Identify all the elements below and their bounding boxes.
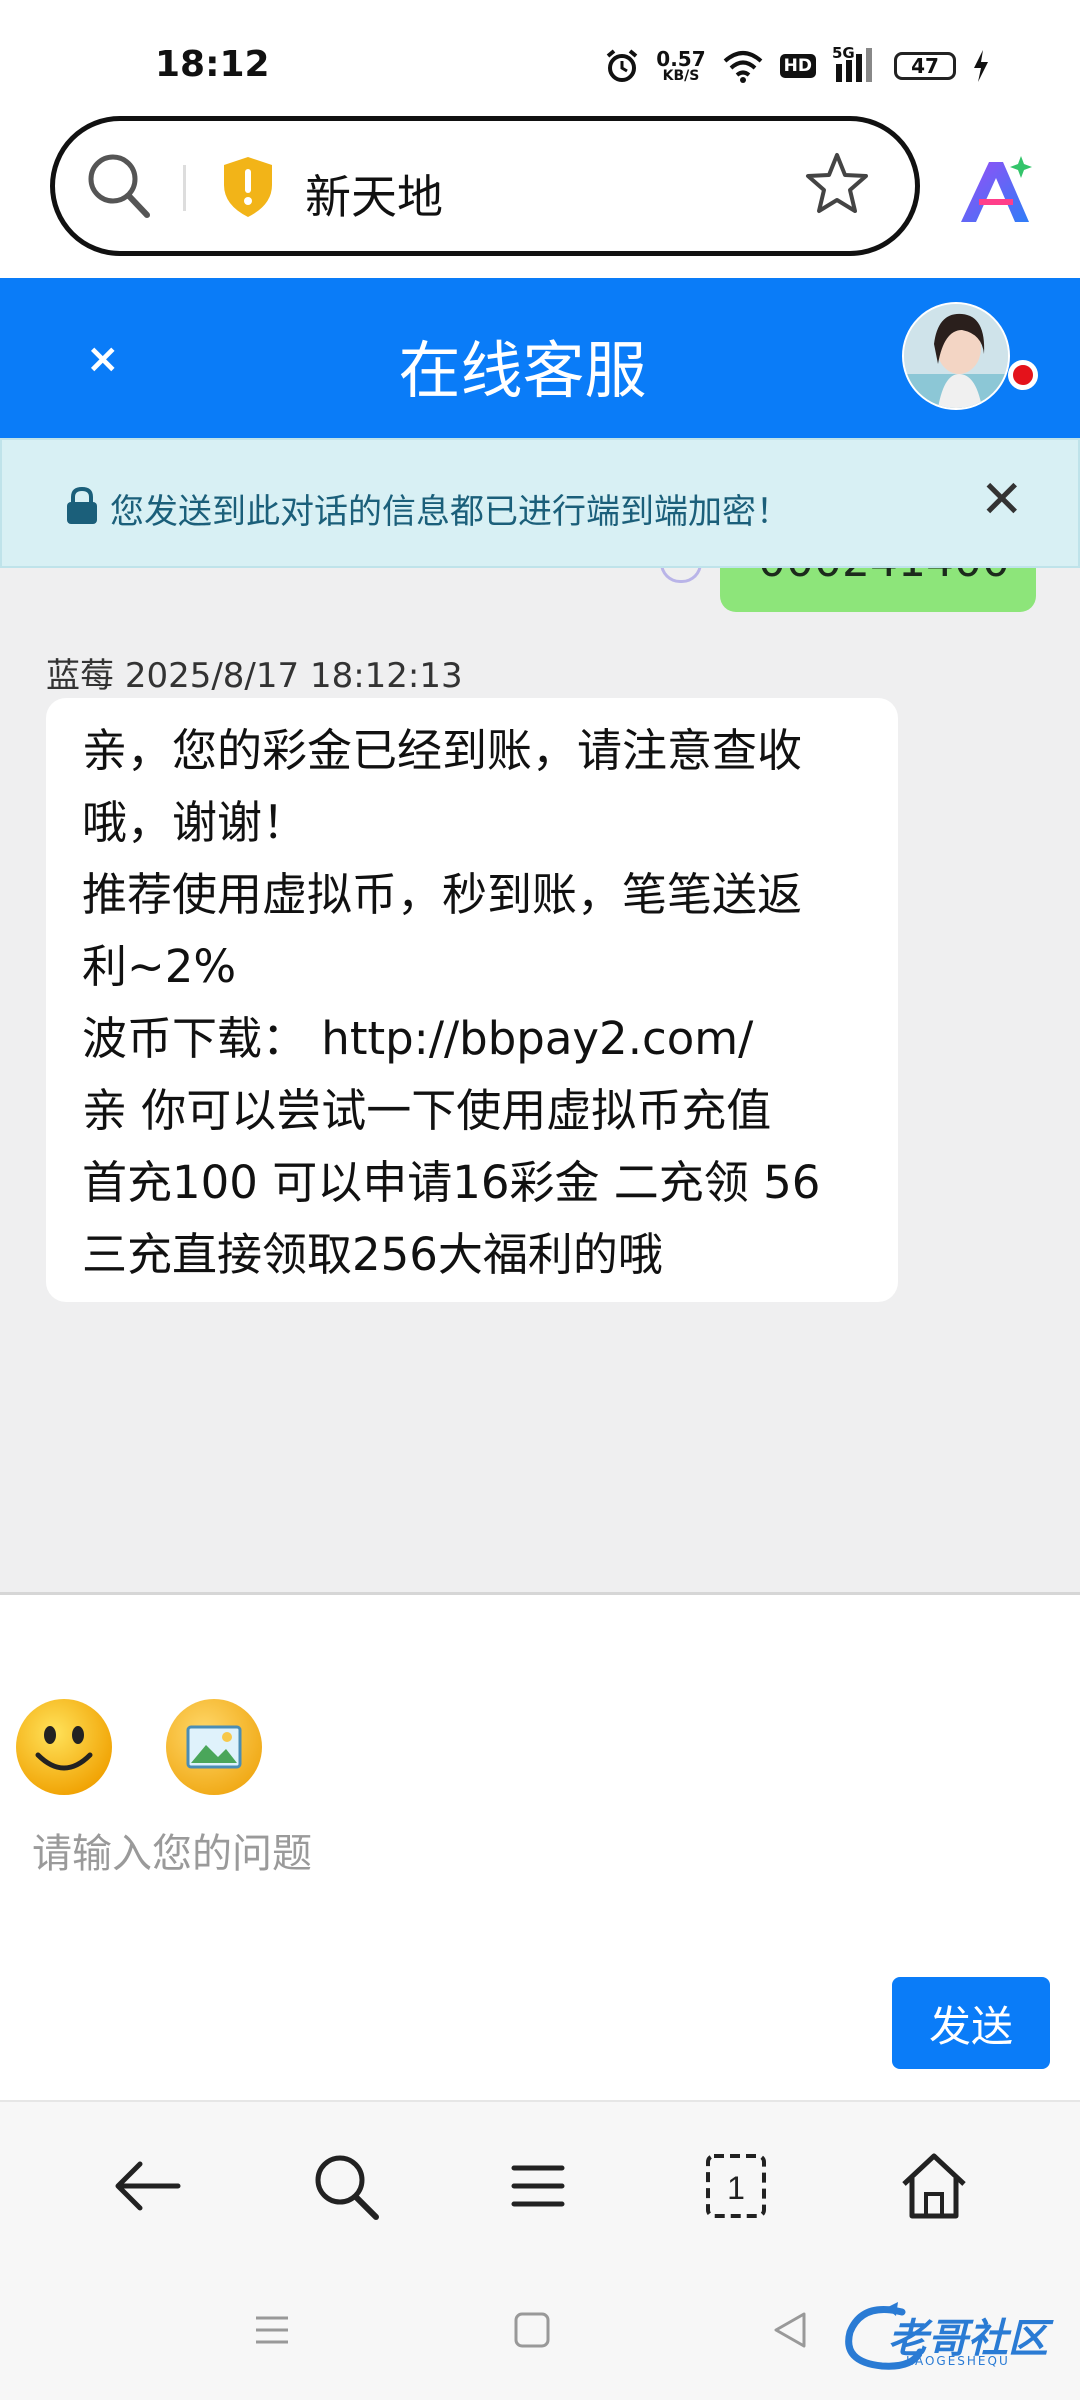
recent-apps-icon[interactable]	[252, 2310, 292, 2350]
network-speed-unit: KB/S	[662, 68, 700, 84]
online-status-dot	[1008, 360, 1038, 390]
battery-icon: 47	[894, 52, 956, 80]
home-icon[interactable]	[894, 2146, 974, 2226]
status-bar: 18:12 0.57 KB/S HD 5G 47	[0, 0, 1080, 120]
sender-name: 蓝莓	[46, 656, 114, 696]
address-bar[interactable]: 新天地	[50, 116, 920, 256]
status-icons: 0.57 KB/S HD 5G 47	[604, 44, 990, 88]
back-nav-icon[interactable]	[770, 2310, 810, 2350]
menu-icon[interactable]	[498, 2146, 578, 2226]
search-icon[interactable]	[85, 151, 151, 221]
emoji-icon[interactable]	[14, 1697, 114, 1797]
message-line: 首充100 可以申请16彩金 二充领 56	[82, 1156, 821, 1209]
input-area: 请输入您的问题 发送	[0, 1665, 1080, 2100]
search-icon[interactable]	[306, 2146, 386, 2226]
chat-header: × 在线客服	[0, 278, 1080, 438]
watermark-subtext: LAOGESHEQU	[906, 2354, 1010, 2368]
cellular-signal-icon: 5G	[832, 44, 878, 84]
hd-icon: HD	[779, 54, 816, 78]
message-timestamp: 2025/8/17 18:12:13	[124, 656, 463, 696]
shield-warning-icon[interactable]	[220, 155, 276, 219]
site-name[interactable]: 新天地	[305, 161, 443, 227]
message-line-link[interactable]: 波币下载： http://bbpay2.com/	[82, 1002, 753, 1067]
network-speed: 0.57 KB/S	[656, 49, 705, 83]
back-arrow-icon[interactable]	[108, 2146, 188, 2226]
browser-toolbar: 1	[0, 2100, 1080, 2270]
status-time: 18:12	[155, 44, 270, 85]
message-line: 亲 你可以尝试一下使用虚拟币充值	[82, 1084, 772, 1137]
bookmark-star-icon[interactable]	[804, 151, 870, 217]
send-button[interactable]: 发送	[892, 1977, 1050, 2069]
encryption-banner: 您发送到此对话的信息都已进行端到端加密！ ✕	[0, 438, 1080, 568]
close-banner-button[interactable]: ✕	[980, 470, 1024, 530]
divider	[0, 1592, 1080, 1595]
message-line: 三充直接领取256大福利的哦	[82, 1228, 663, 1281]
battery-level: 47	[911, 54, 939, 78]
ai-assistant-icon[interactable]	[955, 156, 1035, 226]
watermark-logo: 老哥社区 LAOGESHEQU	[842, 2302, 1066, 2372]
network-speed-value: 0.57	[656, 47, 706, 71]
wifi-icon	[723, 51, 762, 83]
message-meta: 蓝莓 2025/8/17 18:12:13	[46, 648, 463, 697]
address-divider	[183, 165, 186, 211]
alarm-icon	[607, 49, 638, 82]
message-line: 推荐使用虚拟币，秒到账，笔笔送返	[82, 868, 803, 921]
encryption-text: 您发送到此对话的信息都已进行端到端加密！	[110, 492, 790, 532]
image-upload-icon[interactable]	[164, 1697, 264, 1797]
agent-message-bubble[interactable]: 亲，您的彩金已经到账，请注意查收 哦，谢谢！ 推荐使用虚拟币，秒到账，笔笔送返 …	[46, 698, 898, 1302]
svg-text:1: 1	[727, 2170, 745, 2206]
message-line: 哦，谢谢！	[82, 796, 308, 849]
charging-icon	[974, 50, 988, 82]
question-input[interactable]: 请输入您的问题	[32, 1821, 312, 1879]
chat-title: 在线客服	[398, 334, 647, 407]
message-line: 利~2%	[82, 940, 237, 993]
home-nav-icon[interactable]	[512, 2310, 552, 2350]
tabs-icon[interactable]: 1	[696, 2146, 776, 2226]
lock-icon	[67, 486, 97, 524]
agent-avatar[interactable]	[902, 302, 1010, 410]
message-line: 亲，您的彩金已经到账，请注意查收	[82, 724, 803, 777]
